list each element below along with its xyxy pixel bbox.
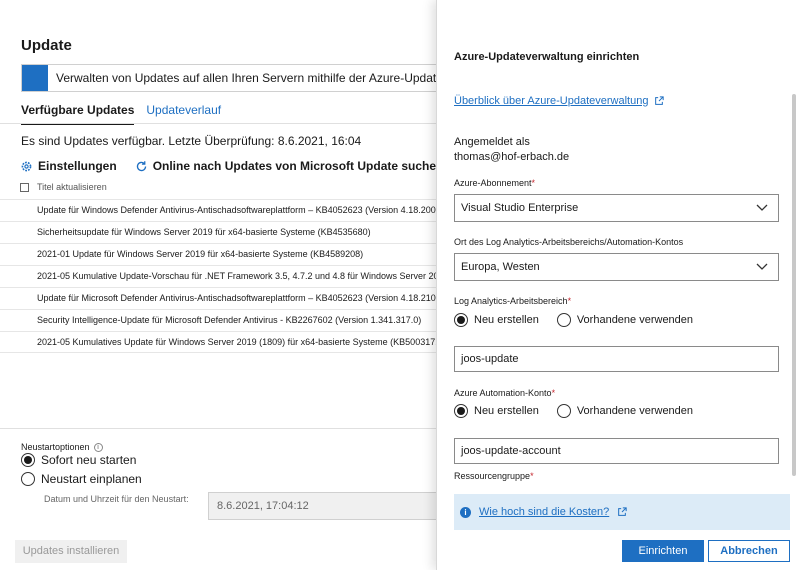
list-item[interactable]: Update für Windows Defender Antivirus-An… [0, 199, 436, 221]
list-item[interactable]: 2021-05 Kumulative Update-Vorschau für .… [0, 265, 436, 287]
automation-options: Neu erstellen Vorhandene verwenden [454, 404, 693, 418]
automation-account-input[interactable]: joos-update-account [454, 438, 779, 464]
automation-existing-option[interactable]: Vorhandene verwenden [556, 404, 694, 418]
list-header: Titel aktualisieren [20, 182, 107, 192]
automation-new-label: Neu erstellen [474, 405, 539, 417]
workspace-options: Neu erstellen Vorhandene verwenden [454, 313, 693, 327]
external-link-icon [655, 96, 665, 105]
settings-label: Einstellungen [38, 159, 117, 173]
radio-restart-plan[interactable] [21, 472, 35, 486]
signed-in-label: Angemeldet als [454, 136, 530, 148]
panel-scrollbar[interactable] [792, 94, 796, 476]
automation-label-text: Azure Automation-Konto [454, 388, 552, 398]
update-tabs: Verfügbare Updates Updateverlauf [21, 103, 221, 125]
required-mark: * [567, 296, 572, 306]
subscription-value: Visual Studio Enterprise [461, 202, 579, 214]
restart-now-option[interactable]: Sofort neu starten [21, 453, 136, 467]
setup-button[interactable]: Einrichten [622, 540, 704, 562]
search-updates-label: Online nach Updates von Microsoft Update… [152, 159, 444, 173]
resource-group-label-text: Ressourcengruppe [454, 471, 531, 481]
automation-new-option[interactable]: Neu erstellen [454, 404, 539, 418]
workspace-label-text: Log Analytics-Arbeitsbereich [454, 296, 568, 306]
subscription-select[interactable]: Visual Studio Enterprise [454, 194, 779, 222]
gear-icon [21, 161, 32, 171]
azure-logo-icon [22, 65, 48, 91]
tab-available-updates[interactable]: Verfügbare Updates [21, 103, 135, 125]
update-status: Es sind Updates verfügbar. Letzte Überpr… [21, 134, 362, 148]
banner-text: Verwalten von Updates auf allen Ihren Se… [56, 71, 450, 85]
updates-list: Update für Windows Defender Antivirus-An… [0, 199, 436, 353]
subscription-label: Azure-Abonnement* [454, 178, 535, 188]
list-item[interactable]: Security Intelligence-Update für Microso… [0, 309, 436, 331]
cost-link[interactable]: Wie hoch sind die Kosten? [479, 506, 609, 518]
update-actions: Einstellungen Online nach Updates von Mi… [20, 159, 443, 173]
radio-automation-new[interactable] [454, 404, 468, 418]
signed-in-user: thomas@hof-erbach.de [454, 151, 570, 163]
install-updates-button[interactable]: Updates installieren [15, 540, 127, 563]
location-label: Ort des Log Analytics-Arbeitsbereichs/Au… [454, 237, 684, 247]
signed-in-info: Angemeldet als thomas@hof-erbach.de [454, 135, 569, 165]
workspace-label: Log Analytics-Arbeitsbereich* [454, 296, 571, 306]
radio-automation-existing[interactable] [556, 404, 571, 418]
cancel-button[interactable]: Abbrechen [708, 540, 790, 562]
restart-plan-label: Neustart einplanen [41, 472, 142, 486]
cost-info-box: i Wie hoch sind die Kosten? [454, 494, 790, 530]
location-value: Europa, Westen [461, 261, 540, 273]
required-mark: * [551, 388, 556, 398]
overview-link-label: Überblick über Azure-Updateverwaltung [454, 95, 649, 107]
radio-restart-now[interactable] [21, 453, 35, 467]
restart-plan-option[interactable]: Neustart einplanen [21, 472, 142, 486]
select-all-checkbox[interactable] [20, 182, 29, 192]
azure-setup-panel: Azure-Updateverwaltung einrichten Überbl… [436, 0, 800, 570]
automation-label: Azure Automation-Konto* [454, 388, 555, 398]
tabs-divider [0, 123, 436, 124]
restart-datetime-label: Datum und Uhrzeit für den Neustart: [44, 494, 189, 504]
azure-banner[interactable]: Verwalten von Updates auf allen Ihren Se… [21, 64, 451, 92]
chevron-down-icon [756, 263, 768, 270]
radio-workspace-new[interactable] [454, 313, 468, 327]
list-item[interactable]: 2021-05 Kumulatives Update für Windows S… [0, 331, 436, 353]
required-mark: * [531, 178, 536, 188]
section-divider [0, 428, 436, 429]
panel-title: Azure-Updateverwaltung einrichten [454, 51, 640, 63]
list-header-label: Titel aktualisieren [37, 182, 107, 192]
refresh-icon [136, 160, 146, 171]
radio-workspace-existing[interactable] [556, 313, 571, 327]
required-mark: * [530, 471, 534, 481]
workspace-name-input[interactable]: joos-update [454, 346, 779, 372]
restart-now-label: Sofort neu starten [41, 453, 137, 467]
external-link-icon [618, 507, 627, 516]
restart-options-title: Neustartoptionen i [21, 442, 103, 452]
page-title: Update [21, 37, 72, 54]
info-icon[interactable]: i [93, 442, 103, 452]
workspace-existing-option[interactable]: Vorhandene verwenden [556, 313, 694, 327]
search-updates-button[interactable]: Online nach Updates von Microsoft Update… [135, 159, 444, 173]
workspace-existing-label: Vorhandene verwenden [576, 314, 694, 326]
chevron-down-icon [756, 204, 768, 211]
settings-button[interactable]: Einstellungen [20, 159, 117, 173]
workspace-new-option[interactable]: Neu erstellen [454, 313, 539, 327]
restart-options-label: Neustartoptionen [21, 442, 90, 452]
tab-update-history[interactable]: Updateverlauf [146, 103, 221, 125]
list-item[interactable]: Sicherheitsupdate für Windows Server 201… [0, 221, 436, 243]
automation-existing-label: Vorhandene verwenden [576, 405, 694, 417]
subscription-label-text: Azure-Abonnement [454, 178, 532, 188]
list-item[interactable]: 2021-01 Update für Windows Server 2019 f… [0, 243, 436, 265]
workspace-new-label: Neu erstellen [474, 314, 539, 326]
restart-datetime-field[interactable]: 8.6.2021, 17:04:12 [208, 492, 438, 520]
overview-link[interactable]: Überblick über Azure-Updateverwaltung [454, 95, 665, 107]
resource-group-label: Ressourcengruppe* [454, 471, 534, 481]
list-item[interactable]: Update für Microsoft Defender Antivirus-… [0, 287, 436, 309]
location-select[interactable]: Europa, Westen [454, 253, 779, 281]
info-icon: i [460, 506, 471, 518]
